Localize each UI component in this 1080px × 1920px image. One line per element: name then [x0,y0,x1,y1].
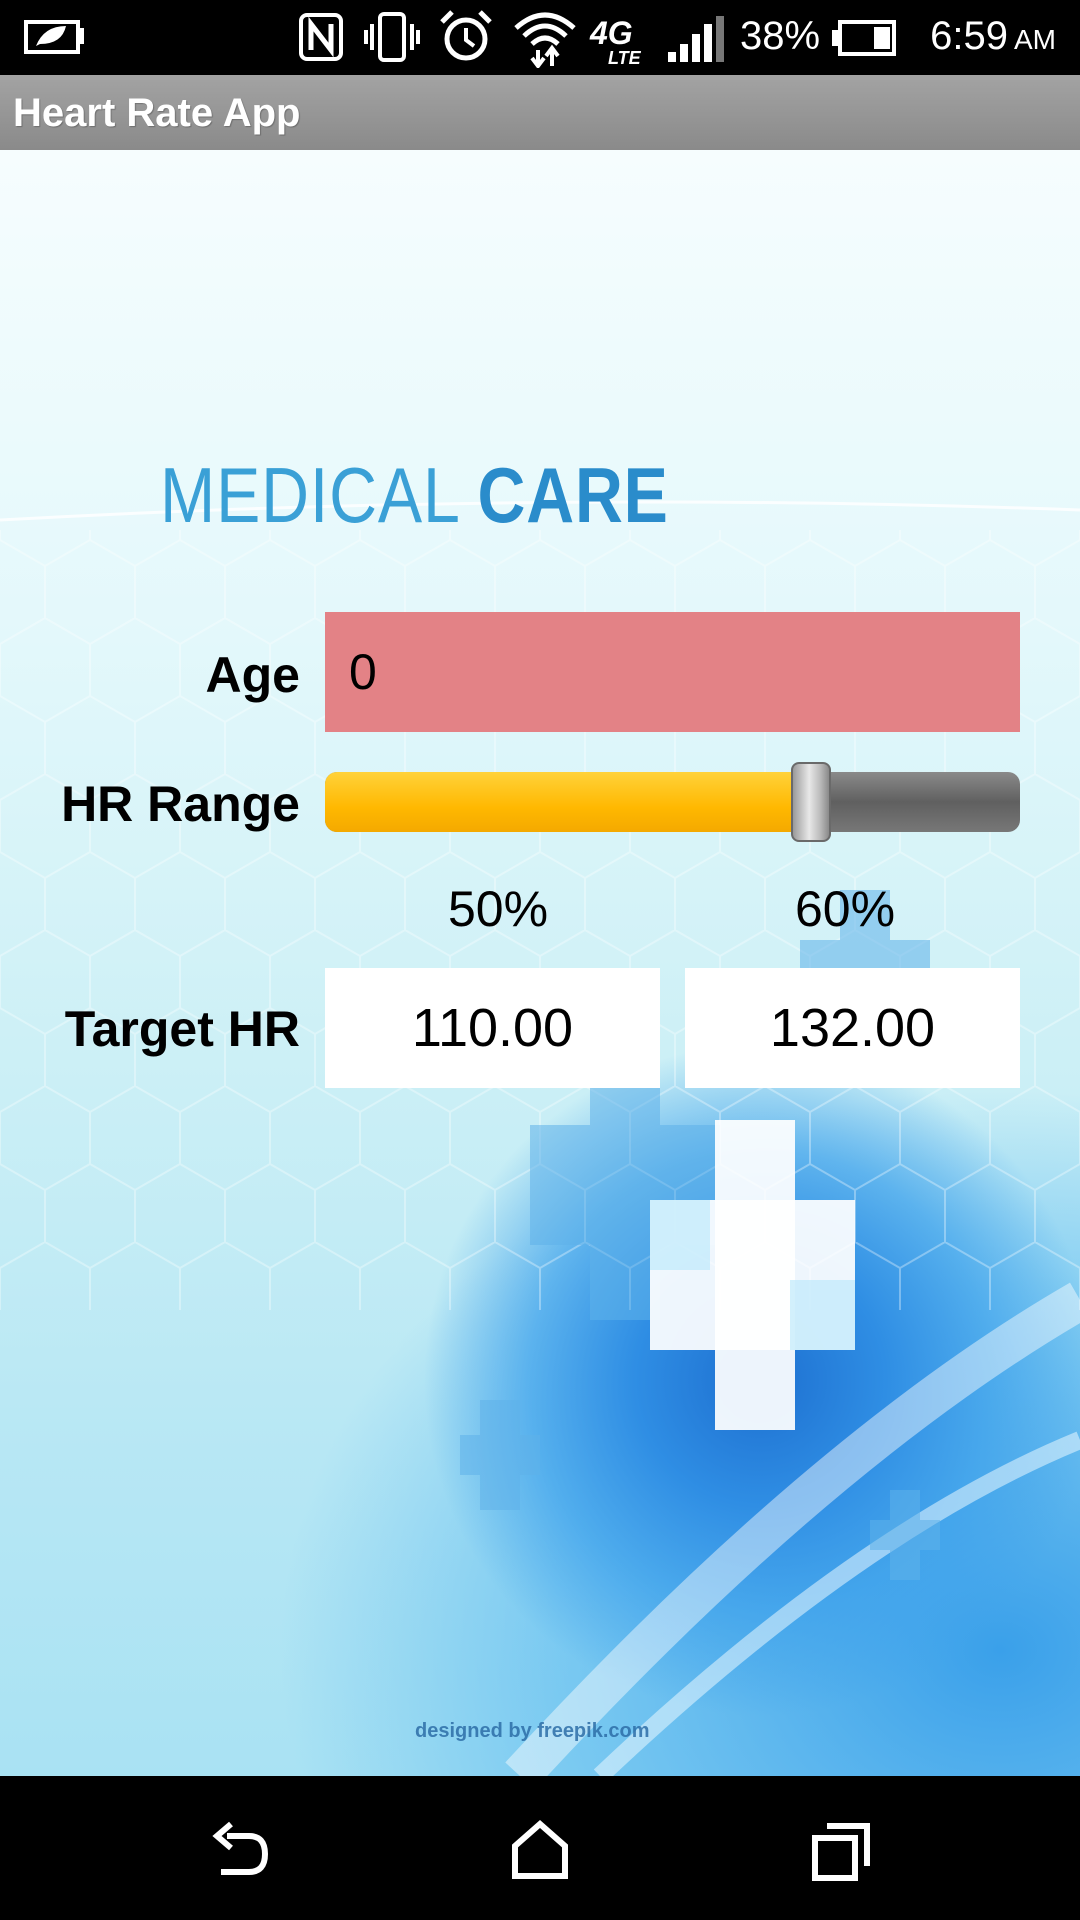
wifi-icon [512,6,578,73]
app-title: Heart Rate App [13,91,301,135]
target-hr-low-field[interactable]: 110.00 [325,968,660,1088]
medical-background-image [0,500,1080,1776]
clock-time: 6:59 [930,14,1008,58]
freepik-credit: designed by freepik.com [415,1720,650,1742]
recents-icon[interactable] [805,1816,875,1886]
target-hr-label: Target HR [64,1001,300,1057]
clock: 6:59 AM [930,14,1056,59]
eco-battery-icon [22,16,86,61]
hr-range-slider[interactable] [325,772,1020,832]
clock-ampm: AM [1014,24,1056,55]
low-percent-label: 50% [447,881,549,937]
hr-range-label: HR Range [61,776,300,832]
svg-text:4G: 4G [589,15,633,51]
battery-icon [830,18,898,63]
alarm-icon [438,8,494,69]
nfc-icon [298,12,344,67]
battery-percent: 38% [740,14,821,58]
target-hr-high-field[interactable]: 132.00 [685,968,1020,1088]
home-icon[interactable] [505,1816,575,1886]
svg-text:LTE: LTE [608,48,642,66]
brand-word-2: CARE [477,451,669,539]
content-area: MEDICAL CARE Age 0 HR Range 50% 60% Targ… [0,150,1080,1776]
vibrate-icon [362,10,422,69]
signal-icon [666,16,726,69]
high-percent-label: 60% [794,881,896,937]
hr-range-slider-fill [325,772,811,832]
lte-icon: 4G LTE [588,14,650,71]
hr-range-slider-thumb[interactable] [791,762,831,842]
navigation-bar [0,1776,1080,1920]
action-bar: Heart Rate App [0,75,1080,151]
brand-word-1: MEDICAL [160,451,459,539]
age-label: Age [205,647,300,703]
age-input[interactable]: 0 [325,612,1020,732]
medical-care-logo: MEDICAL CARE [160,450,669,541]
back-icon[interactable] [205,1816,275,1886]
status-bar: 4G LTE 38% 6:59 AM [0,0,1080,75]
